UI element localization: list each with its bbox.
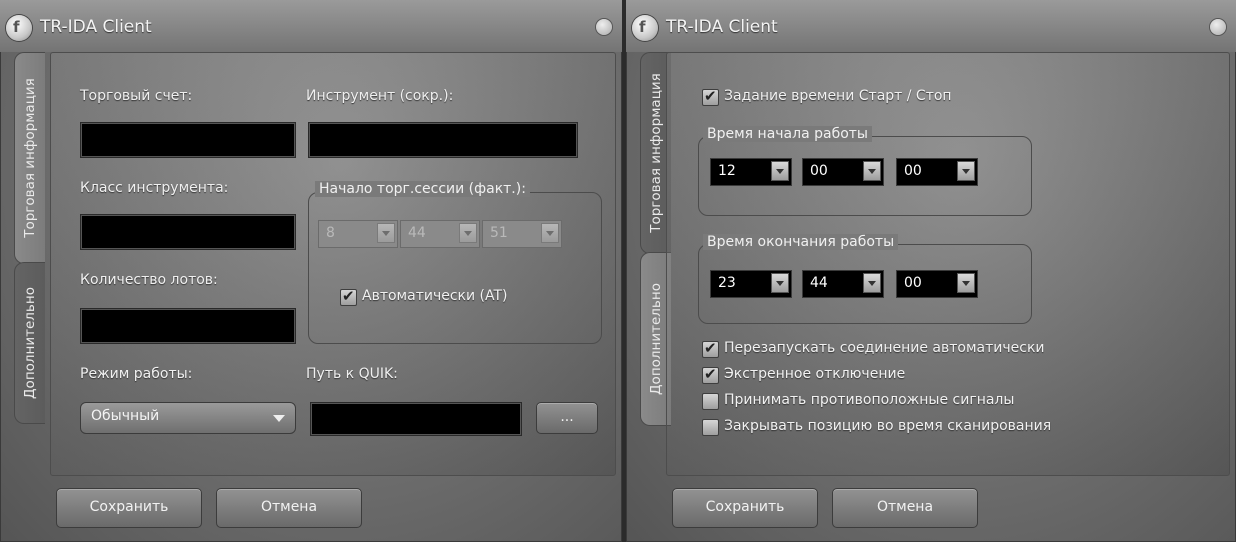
- cancel-button[interactable]: Отмена: [216, 488, 362, 528]
- session-hour-spinner[interactable]: 8: [318, 220, 398, 248]
- window-control-button[interactable]: [1210, 19, 1226, 35]
- chevron-down-icon[interactable]: [377, 223, 395, 243]
- auto-checkbox-label: Автоматически (AT): [362, 288, 508, 304]
- start-second-value: 00: [904, 163, 922, 179]
- save-button-label: Сохранить: [89, 499, 169, 515]
- mode-select[interactable]: Обычный: [80, 402, 296, 434]
- option-checkbox[interactable]: [702, 339, 719, 358]
- start-minute-spinner[interactable]: 00: [802, 158, 884, 186]
- chevron-down-icon[interactable]: [459, 223, 477, 243]
- end-second-spinner[interactable]: 00: [896, 270, 978, 298]
- session-hour-value: 8: [326, 225, 335, 241]
- chevron-down-icon[interactable]: [957, 161, 975, 181]
- browse-button-label: ...: [560, 409, 574, 425]
- auto-checkbox[interactable]: [340, 287, 357, 306]
- session-start-group: Начало торг.сессии (факт.):: [308, 181, 602, 344]
- session-start-label: Начало торг.сессии (факт.):: [315, 181, 530, 197]
- option-checkbox[interactable]: [702, 365, 719, 384]
- window-title: TR-IDA Client: [666, 17, 778, 37]
- instrument-class-input[interactable]: [80, 214, 296, 250]
- app-logo-icon: f: [632, 15, 658, 41]
- save-button[interactable]: Сохранить: [672, 488, 818, 528]
- save-button[interactable]: Сохранить: [56, 488, 202, 528]
- settings-window-left: f TR-IDA Client Торговая информация Допо…: [0, 0, 622, 542]
- start-hour-value: 12: [718, 163, 736, 179]
- cancel-button[interactable]: Отмена: [832, 488, 978, 528]
- option-checkbox[interactable]: [702, 419, 719, 436]
- account-input[interactable]: [80, 122, 296, 158]
- session-minute-spinner[interactable]: 44: [400, 220, 480, 248]
- option-label: Принимать противоположные сигналы: [724, 392, 1015, 408]
- window-title: TR-IDA Client: [40, 17, 152, 37]
- start-minute-value: 00: [810, 163, 828, 179]
- start-second-spinner[interactable]: 00: [896, 158, 978, 186]
- end-hour-value: 23: [718, 275, 736, 291]
- app-logo-icon: f: [6, 15, 32, 41]
- title-bar: f TR-IDA Client: [0, 0, 622, 52]
- start-hour-spinner[interactable]: 12: [710, 158, 792, 186]
- cancel-button-label: Отмена: [260, 499, 318, 515]
- session-minute-value: 44: [408, 225, 426, 241]
- mode-label: Режим работы:: [80, 366, 193, 382]
- chevron-down-icon[interactable]: [863, 273, 881, 293]
- end-hour-spinner[interactable]: 23: [710, 270, 792, 298]
- quik-path-input[interactable]: [310, 402, 522, 436]
- option-label: Экстренное отключение: [724, 366, 906, 382]
- window-control-button[interactable]: [596, 19, 612, 35]
- tab-additional-label: Дополнительно: [648, 283, 664, 395]
- quik-path-label: Путь к QUIK:: [306, 366, 398, 382]
- end-second-value: 00: [904, 275, 922, 291]
- tab-trading-info[interactable]: Торговая информация: [14, 52, 45, 264]
- browse-button[interactable]: ...: [536, 402, 598, 434]
- title-bar: f TR-IDA Client: [626, 0, 1236, 52]
- cancel-button-label: Отмена: [876, 499, 934, 515]
- settings-window-right: f TR-IDA Client Торговая информация Допо…: [626, 0, 1236, 542]
- save-button-label: Сохранить: [705, 499, 785, 515]
- mode-select-value: Обычный: [91, 408, 160, 424]
- end-time-title: Время окончания работы: [703, 234, 899, 250]
- instrument-class-label: Класс инструмента:: [80, 180, 229, 196]
- lots-label: Количество лотов:: [80, 272, 218, 288]
- chevron-down-icon[interactable]: [863, 161, 881, 181]
- tab-additional-label: Дополнительно: [22, 287, 38, 399]
- end-minute-spinner[interactable]: 44: [802, 270, 884, 298]
- account-label: Торговый счет:: [80, 88, 193, 104]
- tab-trading-info-label: Торговая информация: [648, 73, 664, 233]
- lots-input[interactable]: [80, 308, 296, 344]
- chevron-down-icon: [273, 415, 285, 422]
- chevron-down-icon[interactable]: [771, 273, 789, 293]
- instrument-input[interactable]: [308, 122, 578, 158]
- start-time-title: Время начала работы: [703, 126, 872, 142]
- tab-additional[interactable]: Дополнительно: [14, 262, 45, 424]
- instrument-label: Инструмент (сокр.):: [306, 88, 454, 104]
- option-label: Закрывать позицию во время сканирования: [724, 418, 1052, 434]
- end-minute-value: 44: [810, 275, 828, 291]
- start-stop-checkbox[interactable]: [702, 87, 719, 106]
- chevron-down-icon[interactable]: [957, 273, 975, 293]
- tab-trading-info-label: Торговая информация: [22, 78, 38, 238]
- option-label: Перезапускать соединение автоматически: [724, 340, 1045, 356]
- chevron-down-icon[interactable]: [541, 223, 559, 243]
- start-stop-label: Задание времени Старт / Стоп: [724, 88, 952, 104]
- chevron-down-icon[interactable]: [771, 161, 789, 181]
- option-checkbox[interactable]: [702, 393, 719, 410]
- session-second-spinner[interactable]: 51: [482, 220, 562, 248]
- session-second-value: 51: [490, 225, 508, 241]
